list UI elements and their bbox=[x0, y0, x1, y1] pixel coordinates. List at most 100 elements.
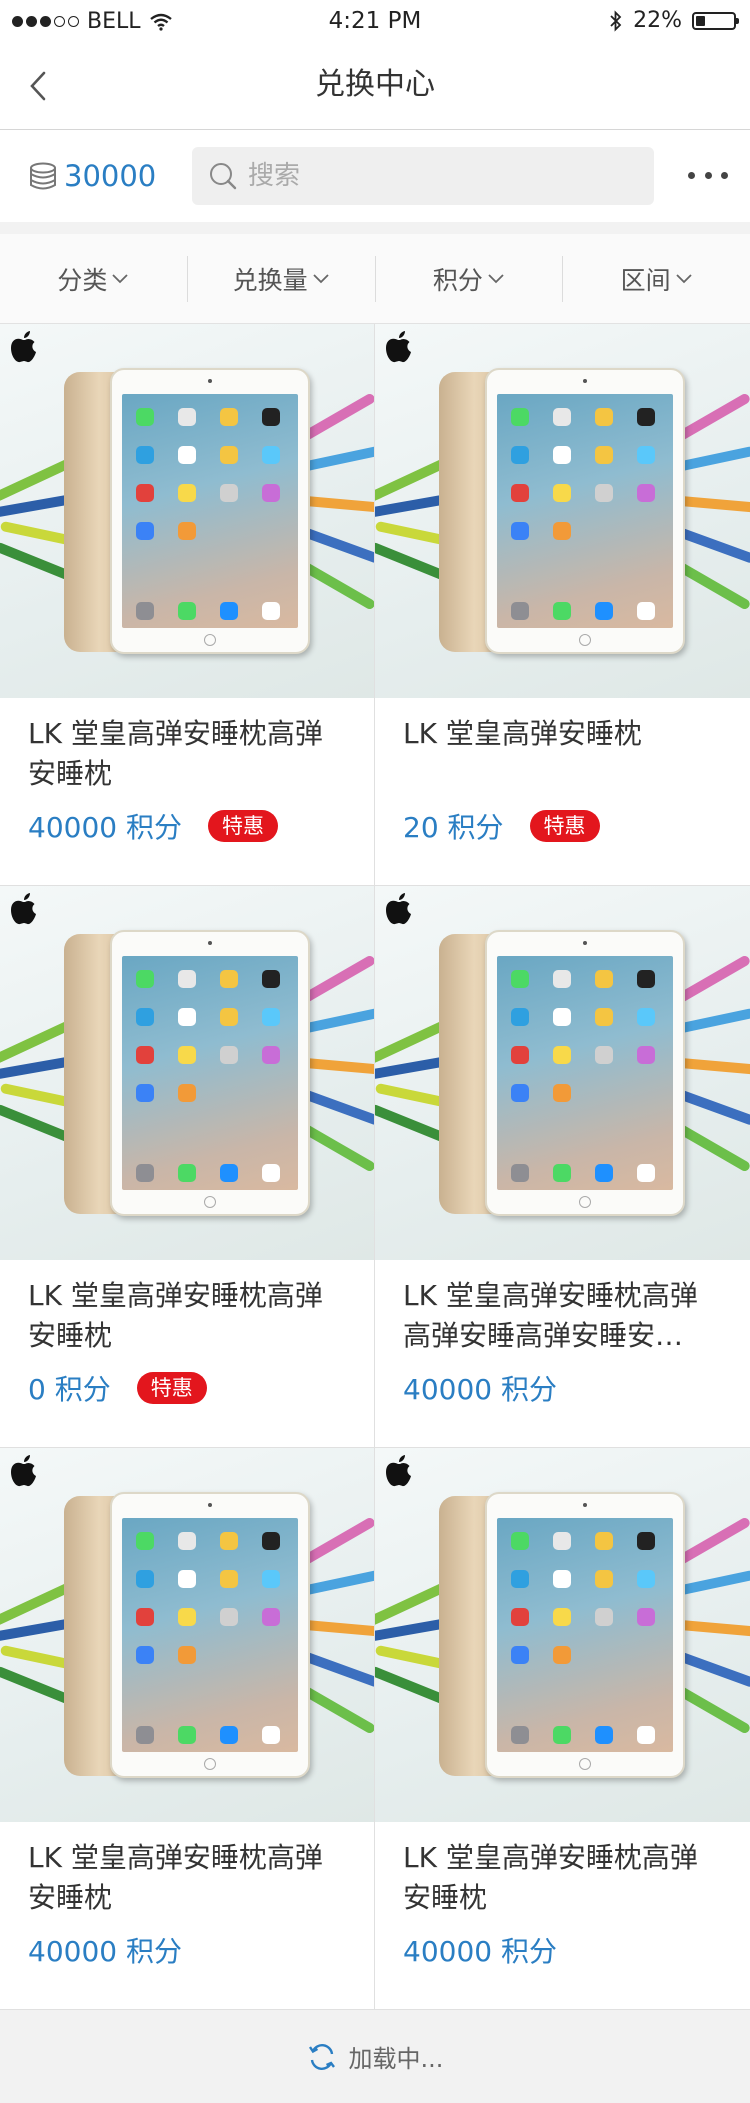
product-points: 40000 积分 bbox=[28, 811, 182, 844]
app-icon bbox=[511, 522, 529, 540]
camera-dot bbox=[208, 941, 212, 945]
dock-app-icon bbox=[553, 1726, 571, 1744]
product-footer: 40000 积分 bbox=[403, 1368, 750, 1408]
product-title[interactable]: LK 堂皇高弹安睡枕高弹高弹安睡高弹安睡安… bbox=[403, 1276, 724, 1356]
apple-logo-icon bbox=[386, 893, 411, 925]
product-card[interactable]: LK 堂皇高弹安睡枕高弹安睡枕 0 积分 特惠 bbox=[0, 886, 375, 1448]
app-icon bbox=[553, 1008, 571, 1026]
product-card[interactable]: LK 堂皇高弹安睡枕高弹安睡枕 40000 积分 bbox=[0, 1448, 375, 2010]
filter-bar: 分类 兑换量 积分 区间 bbox=[0, 234, 750, 324]
dock-app-icon bbox=[178, 1164, 196, 1182]
tablet-screen bbox=[122, 394, 298, 628]
dock-app-icon bbox=[262, 1164, 280, 1182]
app-icon bbox=[511, 1046, 529, 1064]
app-icon bbox=[553, 970, 571, 988]
app-icon bbox=[595, 1532, 613, 1550]
app-icon bbox=[553, 484, 571, 502]
dock-app-icon bbox=[136, 602, 154, 620]
product-title[interactable]: LK 堂皇高弹安睡枕高弹安睡枕 bbox=[28, 1838, 348, 1918]
app-icon bbox=[595, 446, 613, 464]
apple-logo-icon bbox=[11, 893, 36, 925]
dock-app-icon bbox=[595, 1726, 613, 1744]
points-balance[interactable]: 30000 bbox=[28, 159, 178, 193]
battery-icon bbox=[692, 11, 739, 30]
app-icon bbox=[220, 1570, 238, 1588]
app-icon bbox=[511, 1570, 529, 1588]
nav-bar: 兑换中心 bbox=[0, 42, 750, 130]
product-card[interactable]: LK 堂皇高弹安睡枕高弹安睡枕 40000 积分 特惠 bbox=[0, 324, 375, 886]
dock-app-icon bbox=[553, 602, 571, 620]
tablet-device bbox=[110, 930, 310, 1216]
app-icon bbox=[178, 1008, 196, 1026]
more-button[interactable] bbox=[688, 160, 728, 190]
app-icon bbox=[595, 1570, 613, 1588]
app-icon bbox=[136, 1532, 154, 1550]
app-icon bbox=[220, 1008, 238, 1026]
page-title: 兑换中心 bbox=[315, 67, 435, 102]
filter-category[interactable]: 分类 bbox=[0, 255, 188, 302]
tablet-screen bbox=[497, 1518, 673, 1752]
app-icon bbox=[178, 1046, 196, 1064]
product-footer: 0 积分 特惠 bbox=[28, 1368, 374, 1408]
app-icon bbox=[511, 970, 529, 988]
app-icon bbox=[511, 1646, 529, 1664]
app-icon bbox=[136, 446, 154, 464]
app-icon bbox=[262, 970, 280, 988]
product-card[interactable]: LK 堂皇高弹安睡枕高弹高弹安睡高弹安睡安… 40000 积分 bbox=[375, 886, 750, 1448]
decor-streak bbox=[674, 1007, 750, 1035]
loading-text: 加载中... bbox=[348, 2045, 444, 2073]
home-button-icon bbox=[204, 634, 216, 646]
search-input[interactable] bbox=[246, 160, 630, 192]
home-button-icon bbox=[579, 1196, 591, 1208]
product-title[interactable]: LK 堂皇高弹安睡枕 bbox=[403, 714, 724, 794]
points-value: 30000 bbox=[64, 159, 157, 193]
app-icon bbox=[637, 1046, 655, 1064]
product-title[interactable]: LK 堂皇高弹安睡枕高弹安睡枕 bbox=[28, 714, 348, 794]
dock-app-icon bbox=[511, 1164, 529, 1182]
product-title[interactable]: LK 堂皇高弹安睡枕高弹安睡枕 bbox=[403, 1838, 724, 1918]
app-icon bbox=[553, 446, 571, 464]
product-card[interactable]: LK 堂皇高弹安睡枕 20 积分 特惠 bbox=[375, 324, 750, 886]
app-icon bbox=[637, 1532, 655, 1550]
app-icon bbox=[637, 408, 655, 426]
app-icon bbox=[511, 446, 529, 464]
product-title[interactable]: LK 堂皇高弹安睡枕高弹安睡枕 bbox=[28, 1276, 348, 1356]
app-icon bbox=[220, 1532, 238, 1550]
product-image[interactable] bbox=[0, 886, 374, 1260]
app-icon bbox=[595, 1008, 613, 1026]
app-icon bbox=[262, 1570, 280, 1588]
dock-app-icon bbox=[220, 602, 238, 620]
decor-streak bbox=[299, 1569, 374, 1597]
app-icon bbox=[178, 1608, 196, 1626]
product-image[interactable] bbox=[0, 324, 374, 698]
filter-redeem-count[interactable]: 兑换量 bbox=[188, 255, 376, 302]
product-image[interactable] bbox=[0, 1448, 374, 1822]
tablet-screen bbox=[497, 956, 673, 1190]
app-icon bbox=[136, 484, 154, 502]
apple-logo-icon bbox=[386, 1455, 411, 1487]
tablet-device bbox=[110, 368, 310, 654]
app-icon bbox=[178, 1570, 196, 1588]
camera-dot bbox=[583, 379, 587, 383]
search-row: 30000 bbox=[0, 130, 750, 222]
decor-streak bbox=[674, 445, 750, 473]
product-footer: 40000 积分 bbox=[28, 1930, 374, 1970]
product-image[interactable] bbox=[375, 1448, 750, 1822]
app-icon bbox=[220, 970, 238, 988]
app-icon bbox=[637, 484, 655, 502]
app-icon bbox=[220, 1046, 238, 1064]
product-image[interactable] bbox=[375, 886, 750, 1260]
product-points: 40000 积分 bbox=[403, 1373, 557, 1406]
search-bar[interactable] bbox=[192, 147, 654, 205]
filter-label: 兑换量 bbox=[232, 265, 308, 295]
filter-points[interactable]: 积分 bbox=[376, 255, 564, 302]
decor-streak bbox=[299, 1007, 374, 1035]
dock-app-icon bbox=[262, 602, 280, 620]
dock-app-icon bbox=[637, 1164, 655, 1182]
product-card[interactable]: LK 堂皇高弹安睡枕高弹安睡枕 40000 积分 bbox=[375, 1448, 750, 2010]
filter-range[interactable]: 区间 bbox=[563, 256, 750, 302]
special-offer-badge: 特惠 bbox=[207, 810, 278, 842]
special-offer-badge: 特惠 bbox=[529, 810, 600, 842]
product-footer: 40000 积分 bbox=[403, 1930, 750, 1970]
product-image[interactable] bbox=[375, 324, 750, 698]
